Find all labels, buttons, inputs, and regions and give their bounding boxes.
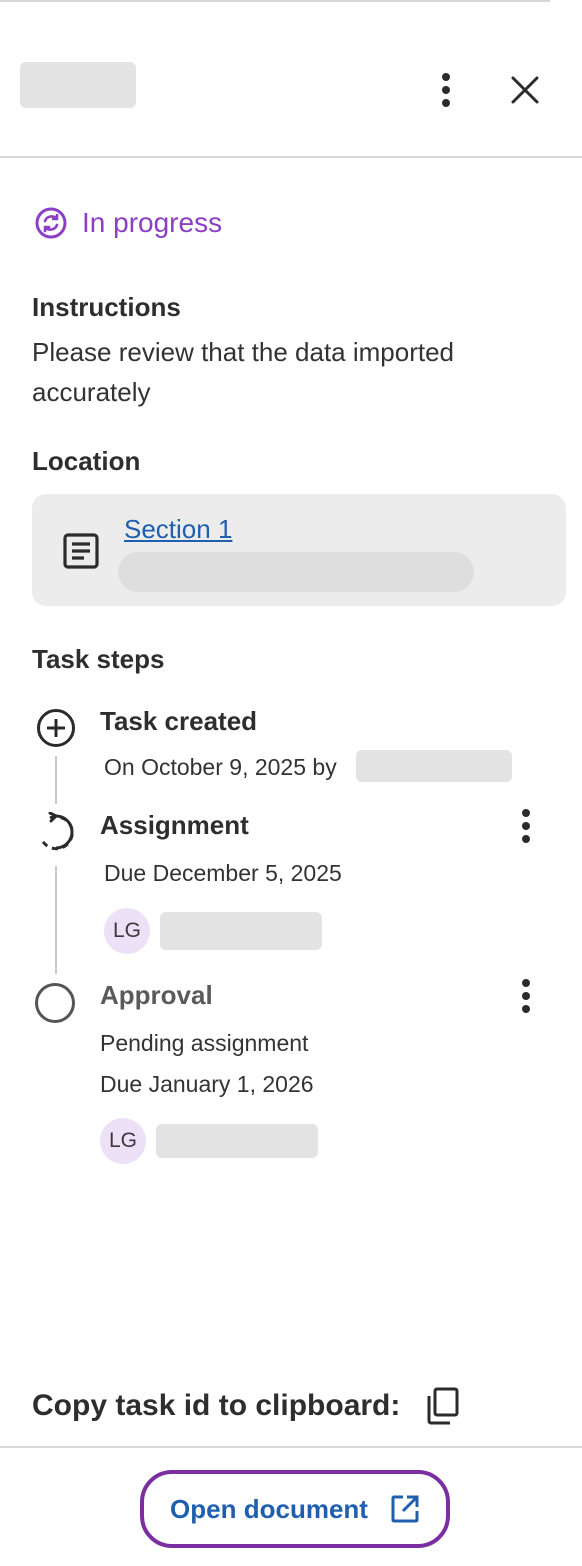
in-progress-icon xyxy=(40,812,74,851)
panel-footer: Open document xyxy=(0,1446,582,1566)
instructions-heading: Instructions xyxy=(32,292,181,322)
copy-task-id-row: Copy task id to clipboard: xyxy=(32,1384,462,1428)
approver-name-placeholder xyxy=(156,1124,318,1158)
sync-icon xyxy=(35,207,67,239)
assignee-name-placeholder xyxy=(160,912,322,950)
step-more-button[interactable] xyxy=(511,804,541,848)
avatar: LG xyxy=(100,1118,146,1164)
panel-header xyxy=(0,2,582,158)
step-more-button[interactable] xyxy=(511,974,541,1018)
step-due-date: Due January 1, 2026 xyxy=(100,1071,314,1097)
document-icon xyxy=(63,533,99,569)
step-status: Pending assignment xyxy=(100,1030,309,1056)
more-options-button[interactable] xyxy=(426,68,466,112)
copy-task-id-label: Copy task id to clipboard: xyxy=(32,1389,401,1422)
step-title: Approval xyxy=(100,980,213,1010)
location-heading: Location xyxy=(32,446,141,476)
pending-circle-icon xyxy=(35,983,75,1023)
close-icon xyxy=(511,76,539,104)
copy-icon xyxy=(427,1387,459,1425)
status-label: In progress xyxy=(82,207,223,238)
creator-name-placeholder xyxy=(356,750,512,782)
status-badge: In progress xyxy=(34,206,222,240)
location-subtitle-placeholder xyxy=(118,552,474,592)
add-circle-icon xyxy=(37,709,75,747)
step-title: Task created xyxy=(100,706,258,736)
timeline-connector xyxy=(55,866,57,974)
avatar: LG xyxy=(104,908,150,954)
more-vertical-icon xyxy=(522,979,530,1013)
task-steps-heading: Task steps xyxy=(32,644,165,674)
instructions-text: Please review that the data imported acc… xyxy=(32,337,455,407)
step-title: Assignment xyxy=(100,810,249,840)
open-document-button[interactable]: Open document xyxy=(140,1470,450,1548)
more-vertical-icon xyxy=(522,809,530,843)
open-document-label: Open document xyxy=(170,1493,368,1524)
location-card: Section 1 xyxy=(32,494,566,606)
title-placeholder xyxy=(20,62,136,108)
location-link[interactable]: Section 1 xyxy=(124,514,232,545)
step-due-date: Due December 5, 2025 xyxy=(104,860,342,886)
step-detail: On October 9, 2025 by xyxy=(104,754,337,780)
more-vertical-icon xyxy=(442,73,450,107)
timeline-connector xyxy=(55,756,57,804)
external-link-icon xyxy=(391,1495,419,1523)
copy-task-id-button[interactable] xyxy=(422,1384,462,1428)
close-button[interactable] xyxy=(503,68,547,112)
